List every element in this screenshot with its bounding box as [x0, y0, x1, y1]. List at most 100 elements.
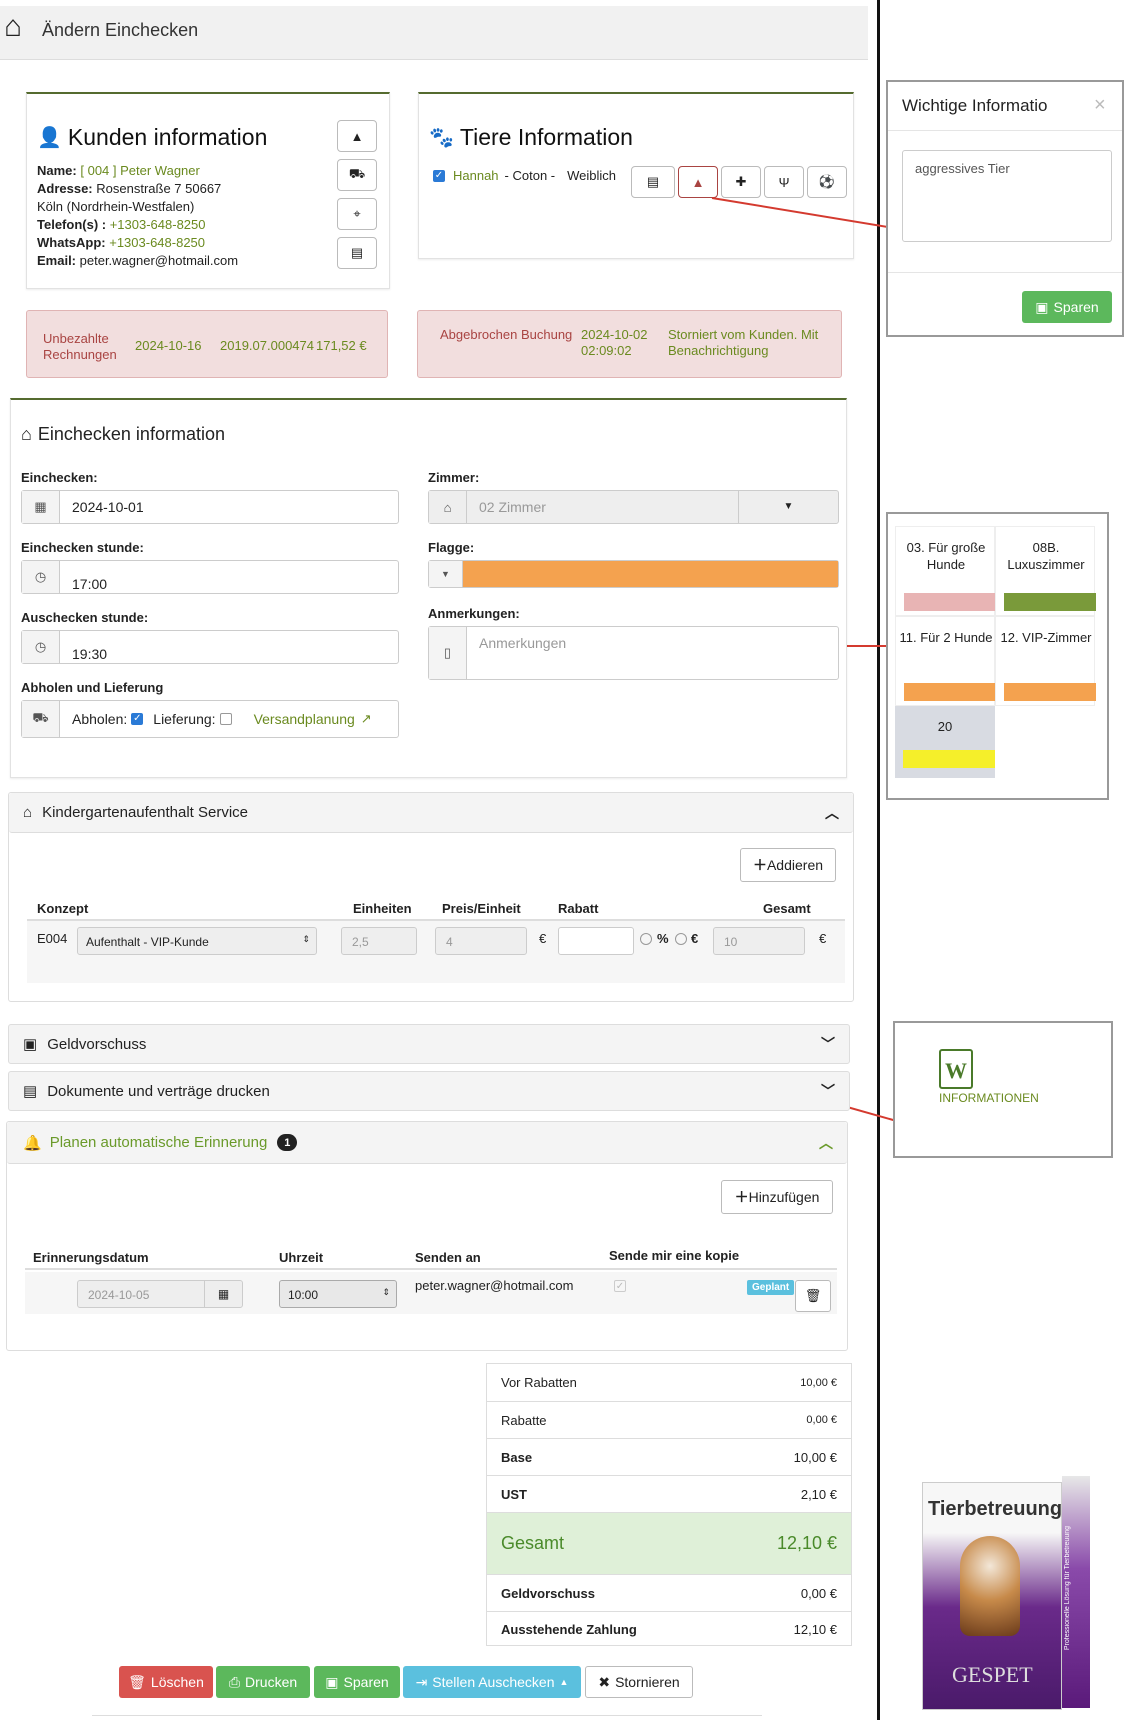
divider [888, 272, 1122, 273]
totals-table: Vor Rabatten 10,00 € Rabatte 0,00 € Base 10… [486, 1363, 852, 1646]
page: ⌂ Ändern Einchecken 👤 Kunden information… [0, 0, 1133, 1720]
sort-icon: ⇕ [382, 1287, 390, 1297]
delivery-checkbox[interactable] [219, 713, 232, 725]
add-service-button[interactable]: ＋ Addieren [740, 848, 836, 882]
room-tile[interactable]: 03. Für große Hunde [895, 526, 996, 616]
home-icon: ⌂ [23, 804, 33, 821]
clock-icon: ◷ [22, 631, 60, 663]
word-document-icon: W [939, 1049, 973, 1089]
documents-section-header[interactable]: ▤ Dokumente und verträge drucken ﹀ [8, 1071, 850, 1111]
chevron-down-icon[interactable]: ▼ [429, 561, 463, 587]
cancelled-alert: Abgebrochen Buchung 2024-10-02 02:09:02 … [417, 310, 842, 378]
reminder-panel: 🔔 Planen automatische Erinnerung 1 ︿ ＋ Hi… [6, 1121, 848, 1351]
trash-icon: 🗑 [804, 1288, 822, 1303]
total-input[interactable]: 10 [713, 927, 805, 955]
advance-section-header[interactable]: ▣ Geldvorschuss ﹀ [8, 1024, 850, 1064]
checkin-hour-input[interactable]: ◷ 17:00 [21, 560, 399, 594]
room-color-strip [904, 593, 996, 611]
kindergarten-header[interactable]: ⌂ Kindergartenaufenthalt Service ︿ [9, 793, 853, 833]
room-color-strip [904, 683, 996, 701]
flag-select[interactable]: ▼ [428, 560, 839, 588]
reminder-time-select[interactable]: 10:00 ⇕ [279, 1280, 397, 1308]
advance-row: Geldvorschuss 0,00 € [487, 1574, 851, 1611]
totals-row: Rabatte 0,00 € [487, 1401, 851, 1438]
pending-row: Ausstehende Zahlung 12,10 € [487, 1611, 851, 1647]
room-color-strip [903, 750, 995, 768]
checkout-hour-input[interactable]: ◷ 19:30 [21, 630, 399, 664]
calendar-icon[interactable]: ▦ [204, 1281, 242, 1307]
service-table: Konzept Einheiten Preis/Einheit Rabatt G… [27, 897, 845, 983]
money-icon: ▣ [23, 1036, 38, 1053]
reminder-header[interactable]: 🔔 Planen automatische Erinnerung 1 ︿ [7, 1122, 847, 1164]
home-icon: ⌂ [21, 424, 32, 444]
units-input[interactable]: 2,5 [341, 927, 417, 955]
reminder-date-input[interactable]: 2024-10-05 ▦ [77, 1280, 243, 1308]
pickup-checkbox[interactable]: ✓ [131, 713, 144, 725]
calendar-icon[interactable]: ▦ [22, 491, 60, 523]
plus-icon: ＋ [752, 857, 767, 873]
room-tile[interactable]: 08B. Luxuszimmer [995, 526, 1096, 616]
room-tile[interactable]: 12. VIP-Zimmer [995, 616, 1096, 706]
notes-textarea[interactable]: ▯ Anmerkungen [428, 626, 839, 680]
close-icon[interactable]: × [1094, 94, 1106, 117]
bell-icon: 🔔 [23, 1134, 42, 1152]
chevron-down-icon[interactable]: ﹀ [821, 1081, 835, 1101]
shipping-planning-link[interactable]: Versandplanung [254, 711, 355, 727]
euro-radio[interactable] [675, 933, 687, 945]
room-tile[interactable]: 11. Für 2 Hunde [895, 616, 996, 706]
info-save-button[interactable]: ▣ Sparen [1022, 291, 1112, 323]
sign-out-icon: ⇥ [415, 1673, 428, 1690]
checkin-panel: ⌂ Einchecken information Einchecken: ▦ 20… [10, 398, 847, 778]
product-box-image: Tierbetreuung GESPET Professionelle Lösu… [922, 1476, 1092, 1714]
chevron-down-icon[interactable]: ▼ [738, 491, 838, 523]
delete-button[interactable]: 🗑 Löschen [119, 1666, 213, 1698]
discount-input[interactable] [558, 927, 634, 955]
chevron-down-icon[interactable]: ﹀ [821, 1034, 835, 1054]
plus-icon: ＋ [734, 1189, 749, 1205]
newspaper-icon: ▤ [23, 1083, 38, 1100]
home-icon: ⌂ [429, 491, 467, 523]
room-tile[interactable]: 20 [895, 706, 995, 778]
sort-icon: ⇕ [302, 934, 310, 944]
info-textarea[interactable]: aggressives Tier [902, 150, 1112, 242]
print-icon: ⎙ [228, 1673, 241, 1690]
price-input[interactable]: 4 [435, 927, 527, 955]
status-badge: Geplant [747, 1280, 795, 1295]
dog-illustration [960, 1536, 1020, 1636]
chevron-up-icon[interactable]: ︿ [825, 803, 839, 823]
totals-row: UST 2,10 € [487, 1475, 851, 1512]
checkout-button[interactable]: ⇥ Stellen Auschecken ▲ [403, 1666, 581, 1698]
clock-icon: ◷ [22, 561, 60, 593]
concept-select[interactable]: Aufenthalt - VIP-Kunde ⇕ [77, 927, 317, 955]
cancel-button[interactable]: ✖ Stornieren [585, 1666, 693, 1698]
truck-icon: ⛟ [22, 701, 60, 737]
checkin-title: ⌂ Einchecken information [21, 424, 225, 444]
room-select[interactable]: ⌂ 02 Zimmer ▼ [428, 490, 839, 524]
info-popup-title: Wichtige Informatio [902, 96, 1048, 115]
connector-line-info [711, 197, 913, 232]
chevron-up-icon[interactable]: ︿ [819, 1133, 833, 1153]
print-button[interactable]: ⎙ Drucken [216, 1666, 310, 1698]
percent-radio[interactable] [640, 933, 652, 945]
document-icon: ▯ [429, 627, 467, 679]
checkin-date-input[interactable]: ▦ 2024-10-01 [21, 490, 399, 524]
bottom-divider [92, 1715, 762, 1716]
close-icon: ✖ [598, 1673, 611, 1690]
save-button[interactable]: ▣ Sparen [314, 1666, 400, 1698]
info-popup: Wichtige Informatio × aggressives Tier ▣… [886, 80, 1124, 337]
save-icon: ▣ [1035, 298, 1049, 315]
delete-reminder-button[interactable]: 🗑 [795, 1280, 831, 1312]
copy-checkbox[interactable]: ✓ [614, 1280, 626, 1292]
add-reminder-button[interactable]: ＋ Hinzufügen [721, 1180, 833, 1214]
word-info-box[interactable]: W INFORMATIONEN [893, 1021, 1113, 1158]
totals-row: Base 10,00 € [487, 1438, 851, 1475]
pickup-delivery-group: ⛟ Abholen: ✓ Lieferung: Versandplanung ↗ [21, 700, 399, 738]
reminder-count-badge: 1 [277, 1134, 298, 1151]
external-link-icon: ↗ [360, 711, 372, 726]
reminder-table-header: Erinnerungsdatum Uhrzeit Senden an Sende… [25, 1240, 837, 1270]
unpaid-alert: Unbezahlte Rechnungen 2024-10-16 2019.07… [26, 310, 388, 378]
trash-icon: 🗑 [128, 1673, 146, 1690]
save-icon: ▣ [325, 1673, 339, 1690]
kindergarten-panel: ⌂ Kindergartenaufenthalt Service ︿ ＋ Addi… [8, 792, 854, 1002]
rooms-grid: 03. Für große Hunde 08B. Luxuszimmer 11.… [886, 512, 1109, 800]
